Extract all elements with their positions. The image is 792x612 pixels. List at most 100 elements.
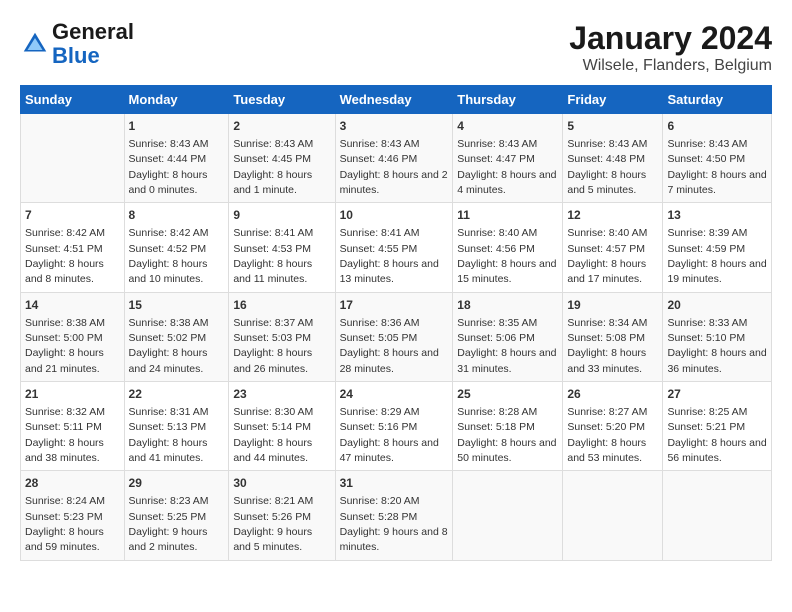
day-number: 24 (340, 386, 449, 403)
daylight-info: Daylight: 9 hours and 8 minutes. (340, 526, 448, 553)
daylight-info: Daylight: 8 hours and 10 minutes. (129, 258, 208, 285)
calendar-table: SundayMondayTuesdayWednesdayThursdayFrid… (20, 85, 772, 561)
sunrise-info: Sunrise: 8:33 AM (667, 317, 747, 329)
sunset-info: Sunset: 4:48 PM (567, 153, 645, 165)
sunset-info: Sunset: 5:28 PM (340, 511, 418, 523)
day-number: 19 (567, 297, 658, 314)
daylight-info: Daylight: 8 hours and 28 minutes. (340, 347, 439, 374)
sunset-info: Sunset: 4:47 PM (457, 153, 535, 165)
sunrise-info: Sunrise: 8:32 AM (25, 406, 105, 418)
calendar-cell: 7Sunrise: 8:42 AMSunset: 4:51 PMDaylight… (21, 203, 125, 292)
sunset-info: Sunset: 4:50 PM (667, 153, 745, 165)
day-number: 25 (457, 386, 558, 403)
calendar-week-2: 7 Sunrise: 8:42 AM Sunset: 4:51 PM Daylight… (21, 203, 772, 292)
sunset-info: Sunset: 5:25 PM (129, 511, 207, 523)
page-title: January 2024 (569, 20, 772, 57)
sunset-info: Sunset: 5:00 PM (25, 332, 103, 344)
weekday-header-wednesday: Wednesday (335, 86, 453, 114)
day-number: 4 (457, 118, 558, 135)
day-number: 28 (25, 475, 120, 492)
day-number: 5 (567, 118, 658, 135)
daylight-info: Daylight: 8 hours and 50 minutes. (457, 437, 556, 464)
page-header: General Blue January 2024 Wilsele, Fland… (20, 20, 772, 75)
sunrise-info: Sunrise: 8:21 AM (233, 495, 313, 507)
daylight-info: Daylight: 9 hours and 5 minutes. (233, 526, 312, 553)
sunset-info: Sunset: 5:13 PM (129, 421, 207, 433)
sunrise-info: Sunrise: 8:38 AM (129, 317, 209, 329)
sunrise-info: Sunrise: 8:20 AM (340, 495, 420, 507)
day-number: 30 (233, 475, 330, 492)
day-number: 22 (129, 386, 225, 403)
sunrise-info: Sunrise: 8:23 AM (129, 495, 209, 507)
day-number: 9 (233, 207, 330, 224)
calendar-cell: 29Sunrise: 8:23 AMSunset: 5:25 PMDayligh… (124, 471, 229, 560)
day-number: 31 (340, 475, 449, 492)
sunset-info: Sunset: 4:44 PM (129, 153, 207, 165)
calendar-cell: 6Sunrise: 8:43 AMSunset: 4:50 PMDaylight… (663, 114, 772, 203)
page-subtitle: Wilsele, Flanders, Belgium (569, 57, 772, 75)
day-number: 20 (667, 297, 767, 314)
calendar-cell: 30 Sunrise: 8:21 AM Sunset: 5:26 PM Dayligh… (229, 471, 335, 560)
daylight-info: Daylight: 8 hours and 5 minutes. (567, 169, 646, 196)
sunset-info: Sunset: 5:05 PM (340, 332, 418, 344)
sunrise-info: Sunrise: 8:43 AM (567, 138, 647, 150)
calendar-cell: 8Sunrise: 8:42 AMSunset: 4:52 PMDaylight… (124, 203, 229, 292)
day-number: 6 (667, 118, 767, 135)
sunrise-info: Sunrise: 8:41 AM (233, 227, 313, 239)
calendar-week-5: 28Sunrise: 8:24 AMSunset: 5:23 PMDayligh… (21, 471, 772, 560)
sunrise-info: Sunrise: 8:39 AM (667, 227, 747, 239)
daylight-info: Daylight: 8 hours and 41 minutes. (129, 437, 208, 464)
sunrise-info: Sunrise: 8:28 AM (457, 406, 537, 418)
weekday-header-row: SundayMondayTuesdayWednesdayThursdayFrid… (21, 86, 772, 114)
sunset-info: Sunset: 4:46 PM (340, 153, 418, 165)
calendar-cell (453, 471, 563, 560)
daylight-info: Daylight: 8 hours and 33 minutes. (567, 347, 646, 374)
sunset-info: Sunset: 4:59 PM (667, 243, 745, 255)
daylight-info: Daylight: 8 hours and 13 minutes. (340, 258, 439, 285)
daylight-info: Daylight: 8 hours and 21 minutes. (25, 347, 104, 374)
logo: General Blue (20, 20, 134, 68)
day-number: 10 (340, 207, 449, 224)
daylight-info: Daylight: 8 hours and 15 minutes. (457, 258, 556, 285)
sunrise-info: Sunrise: 8:36 AM (340, 317, 420, 329)
daylight-info: Daylight: 8 hours and 19 minutes. (667, 258, 766, 285)
day-number: 3 (340, 118, 449, 135)
calendar-cell: 31 Sunrise: 8:20 AM Sunset: 5:28 PM Dayligh… (335, 471, 453, 560)
sunrise-info: Sunrise: 8:40 AM (457, 227, 537, 239)
sunset-info: Sunset: 5:20 PM (567, 421, 645, 433)
daylight-info: Daylight: 8 hours and 44 minutes. (233, 437, 312, 464)
sunrise-info: Sunrise: 8:24 AM (25, 495, 105, 507)
sunset-info: Sunset: 4:51 PM (25, 243, 103, 255)
sunset-info: Sunset: 5:26 PM (233, 511, 311, 523)
sunrise-info: Sunrise: 8:40 AM (567, 227, 647, 239)
sunrise-info: Sunrise: 8:31 AM (129, 406, 209, 418)
sunrise-info: Sunrise: 8:35 AM (457, 317, 537, 329)
sunrise-info: Sunrise: 8:41 AM (340, 227, 420, 239)
calendar-cell: 14Sunrise: 8:38 AMSunset: 5:00 PMDayligh… (21, 292, 125, 381)
sunrise-info: Sunrise: 8:27 AM (567, 406, 647, 418)
sunrise-info: Sunrise: 8:43 AM (129, 138, 209, 150)
sunset-info: Sunset: 5:14 PM (233, 421, 311, 433)
daylight-info: Daylight: 8 hours and 8 minutes. (25, 258, 104, 285)
day-number: 29 (129, 475, 225, 492)
day-number: 14 (25, 297, 120, 314)
sunrise-info: Sunrise: 8:42 AM (129, 227, 209, 239)
calendar-cell: 25Sunrise: 8:28 AMSunset: 5:18 PMDayligh… (453, 382, 563, 471)
day-number: 26 (567, 386, 658, 403)
calendar-cell: 22 Sunrise: 8:31 AM Sunset: 5:13 PM Dayligh… (124, 382, 229, 471)
sunset-info: Sunset: 4:56 PM (457, 243, 535, 255)
calendar-cell: 10 Sunrise: 8:41 AM Sunset: 4:55 PM Dayligh… (335, 203, 453, 292)
day-number: 7 (25, 207, 120, 224)
calendar-cell: 23Sunrise: 8:30 AMSunset: 5:14 PMDayligh… (229, 382, 335, 471)
daylight-info: Daylight: 8 hours and 0 minutes. (129, 169, 208, 196)
calendar-week-3: 14 Sunrise: 8:38 AM Sunset: 5:00 PM Dayligh… (21, 292, 772, 381)
daylight-info: Daylight: 8 hours and 47 minutes. (340, 437, 439, 464)
calendar-cell (663, 471, 772, 560)
calendar-cell: 15Sunrise: 8:38 AMSunset: 5:02 PMDayligh… (124, 292, 229, 381)
day-number: 11 (457, 207, 558, 224)
calendar-cell: 18Sunrise: 8:35 AMSunset: 5:06 PMDayligh… (453, 292, 563, 381)
daylight-info: Daylight: 8 hours and 38 minutes. (25, 437, 104, 464)
weekday-header-friday: Friday (563, 86, 663, 114)
sunset-info: Sunset: 4:55 PM (340, 243, 418, 255)
sunrise-info: Sunrise: 8:43 AM (457, 138, 537, 150)
